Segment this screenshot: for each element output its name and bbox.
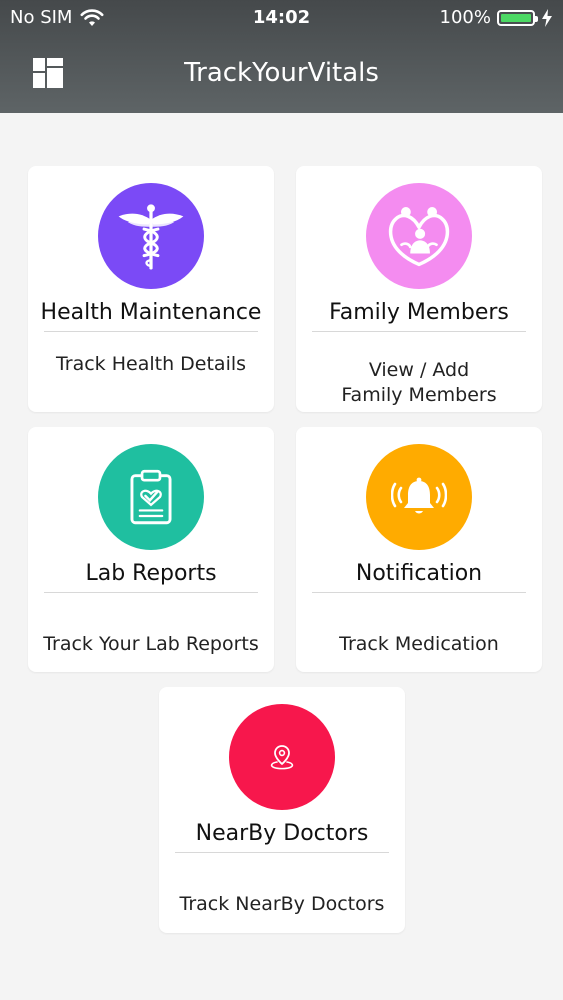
card-subtitle: Track NearBy Doctors	[179, 893, 385, 915]
location-pin-icon	[270, 745, 294, 770]
card-subtitle: Track Your Lab Reports	[43, 633, 259, 655]
health-icon-circle	[98, 183, 204, 289]
card-divider	[44, 592, 258, 593]
card-title: Notification	[355, 561, 483, 586]
card-title: NearBy Doctors	[195, 821, 369, 846]
status-bar: No SIM 14:02 100%	[0, 0, 563, 36]
nearby-icon-circle	[229, 704, 335, 810]
app-title: TrackYourVitals	[184, 58, 379, 88]
card-divider	[175, 852, 389, 853]
nearby-doctors-card[interactable]: NearBy Doctors Track NearBy Doctors	[159, 687, 405, 933]
battery-percent: 100%	[439, 7, 491, 28]
battery-fill	[501, 13, 531, 22]
notification-icon-circle	[366, 444, 472, 550]
card-divider	[44, 331, 258, 332]
card-divider	[312, 331, 526, 332]
family-members-card[interactable]: Family Members View / Add Family Members	[296, 166, 542, 412]
notification-card[interactable]: Notification Track Medication	[296, 427, 542, 672]
status-right: 100%	[440, 7, 553, 28]
app-header: No SIM 14:02 100% TrackYourVitals	[0, 0, 563, 113]
health-maintenance-card[interactable]: Health Maintenance Track Health Details	[28, 166, 274, 412]
charging-bolt-icon	[542, 8, 552, 27]
card-title: Family Members	[329, 300, 509, 325]
ringing-bell-icon	[391, 477, 447, 514]
family-icon	[388, 207, 450, 267]
card-subtitle: Track Medication	[339, 633, 499, 655]
family-icon-circle	[366, 183, 472, 289]
card-title: Lab Reports	[85, 561, 217, 586]
caduceus-icon	[118, 204, 184, 270]
battery-icon	[497, 9, 538, 26]
nav-bar: TrackYourVitals	[0, 40, 563, 110]
lab-icon-circle	[98, 444, 204, 550]
lab-reports-card[interactable]: Lab Reports Track Your Lab Reports	[28, 427, 274, 672]
clipboard-check-icon	[130, 469, 172, 525]
card-subtitle: Track Health Details	[55, 353, 247, 375]
card-divider	[312, 592, 526, 593]
card-subtitle: View / Add Family Members	[341, 359, 497, 406]
card-title: Health Maintenance	[40, 300, 262, 325]
